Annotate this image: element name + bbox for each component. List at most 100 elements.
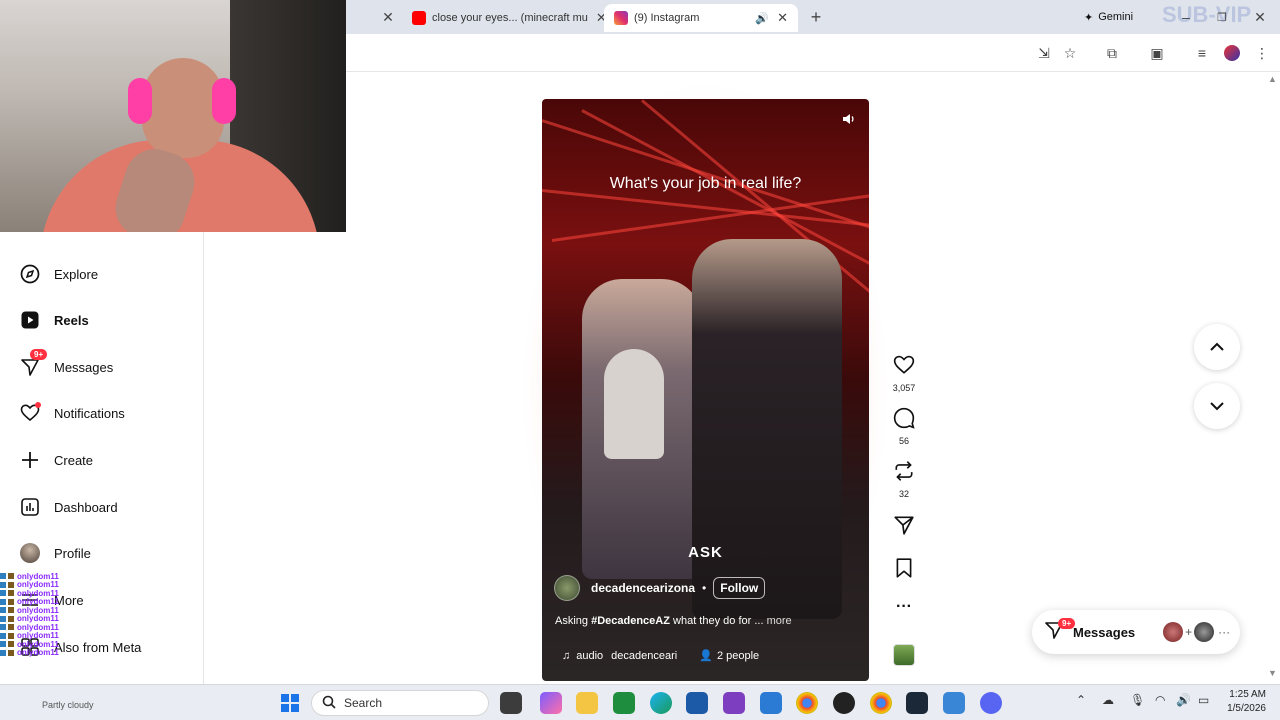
battery-icon[interactable]: ▭ (1198, 693, 1209, 707)
window-close-icon[interactable]: ✕ (1250, 7, 1270, 27)
chat-message: onlydom11 (0, 640, 100, 649)
audio-label[interactable]: audio (576, 650, 603, 662)
chat-username: onlydom11 (17, 648, 59, 658)
chrome-icon[interactable] (870, 692, 892, 714)
chrome-icon[interactable] (796, 692, 818, 714)
volume-icon[interactable] (839, 109, 859, 129)
ellipsis-icon: ··· (1218, 625, 1231, 639)
reel-person-right (692, 239, 842, 619)
discord-icon[interactable] (980, 692, 1002, 714)
heart-icon (20, 402, 41, 423)
media-control-icon[interactable]: ≡ (1192, 43, 1212, 63)
sidebar-item-label: Messages (54, 359, 114, 375)
reel-person-shirt (604, 349, 664, 459)
chat-message: onlydom11 (0, 580, 100, 589)
tab-youtube[interactable]: close your eyes... (minecraft mu ✕ (412, 4, 607, 32)
speaker-icon[interactable]: 🔊 (755, 12, 769, 25)
chevron-up-icon (1210, 342, 1224, 351)
kebab-menu-icon[interactable]: ⋮ (1252, 43, 1272, 63)
edge-icon[interactable] (650, 692, 672, 714)
audio-username[interactable]: decadenceari (611, 650, 677, 662)
follow-button[interactable]: Follow (713, 577, 766, 599)
extensions-icon[interactable]: ⧉ (1102, 43, 1122, 63)
sidebar-item-profile[interactable]: Profile (20, 539, 91, 567)
obs-icon[interactable] (833, 692, 855, 714)
profile-avatar[interactable] (1222, 43, 1242, 63)
app-icon[interactable] (723, 692, 745, 714)
next-reel-button[interactable] (1194, 383, 1240, 429)
sidebar-item-dashboard[interactable]: Dashboard (20, 493, 118, 521)
chat-message: onlydom11 (0, 572, 100, 581)
sidebar-item-label: Dashboard (54, 499, 118, 515)
file-explorer-icon[interactable] (576, 692, 598, 714)
weather-widget[interactable]: Partly cloudy (42, 700, 94, 710)
messages-pill[interactable]: 9+ Messages + ··· (1032, 610, 1240, 654)
bookmark-star-icon[interactable]: ☆ (1060, 43, 1080, 63)
previous-reel-button[interactable] (1194, 324, 1240, 370)
gemini-label: Gemini (1098, 11, 1134, 23)
system-clock[interactable]: 1:25 AM 1/5/2026 (1218, 688, 1266, 716)
like-count: 3,057 (892, 383, 916, 393)
sidebar-item-messages[interactable]: 9+ Messages (20, 349, 114, 381)
reel-author: decadencearizona • Follow (554, 575, 766, 601)
caption-more-link[interactable]: more (767, 615, 792, 627)
sidebar-item-label: Notifications (54, 405, 125, 421)
like-button[interactable]: 3,057 (888, 354, 920, 393)
sidebar-item-create[interactable]: Create (20, 446, 93, 474)
chat-message: onlydom11 (0, 597, 100, 606)
caption-hashtag[interactable]: #DecadenceAZ (591, 615, 670, 627)
author-avatar[interactable] (554, 575, 580, 601)
messages-badge: 9+ (30, 349, 48, 360)
network-icon[interactable]: ☁ (1102, 693, 1114, 707)
scroll-up-arrow[interactable]: ▲ (1268, 74, 1277, 84)
sidebar-item-reels[interactable]: Reels (20, 306, 89, 334)
avatar (1194, 622, 1215, 642)
notepad-icon[interactable] (760, 692, 782, 714)
scroll-down-arrow[interactable]: ▼ (1268, 668, 1277, 678)
install-app-icon[interactable]: ⇲ (1034, 43, 1054, 63)
store-icon[interactable] (686, 692, 708, 714)
headphone-left (128, 78, 152, 124)
xbox-icon[interactable] (613, 692, 635, 714)
sidepanel-icon[interactable]: ▣ (1147, 43, 1167, 63)
headphone-right (212, 78, 236, 124)
compass-icon (20, 264, 40, 284)
author-username[interactable]: decadencearizona (591, 581, 695, 595)
wifi-icon[interactable]: ◠ (1155, 693, 1165, 707)
repost-button[interactable]: 32 (888, 460, 920, 499)
close-icon[interactable]: ✕ (777, 10, 788, 26)
restore-icon[interactable]: ❐ (1212, 7, 1232, 27)
reel-video[interactable]: What's your job in real life? ASK decade… (542, 99, 869, 681)
new-tab-icon[interactable]: + (806, 7, 826, 27)
instagram-icon (614, 11, 628, 25)
minimize-icon[interactable]: – (1176, 7, 1196, 27)
audio-thumbnail[interactable] (893, 644, 915, 666)
chat-message: onlydom11 (0, 606, 100, 615)
steam-icon[interactable] (906, 692, 928, 714)
copilot-icon[interactable] (540, 692, 562, 714)
snipping-tool-icon[interactable] (943, 692, 965, 714)
microphone-icon[interactable]: 🎙 (1130, 693, 1145, 707)
gemini-icon: ✦ (1084, 11, 1094, 24)
people-icon: 👤 (699, 650, 713, 662)
close-tab-icon[interactable]: ✕ (378, 7, 398, 27)
chat-message: onlydom11 (0, 623, 100, 632)
sidebar-item-explore[interactable]: Explore (20, 260, 98, 288)
chevron-up-icon[interactable]: ⌃ (1076, 693, 1086, 707)
reel-caption: Asking #DecadenceAZ what they do for ...… (555, 615, 792, 627)
comment-button[interactable]: 56 (888, 407, 920, 446)
task-view-icon[interactable] (500, 692, 522, 714)
sidebar-item-notifications[interactable]: Notifications (20, 399, 125, 427)
gemini-button[interactable]: ✦ Gemini (1084, 6, 1133, 28)
plus-icon (20, 450, 40, 470)
comment-icon (893, 407, 915, 434)
share-button[interactable] (888, 514, 920, 541)
tab-instagram[interactable]: (9) Instagram 🔊 ✕ (604, 4, 798, 32)
more-options-button[interactable]: ··· (888, 598, 920, 616)
taskbar-search[interactable]: Search (311, 690, 489, 716)
windows-start-icon[interactable] (279, 692, 301, 714)
tagged-people[interactable]: 2 people (717, 650, 759, 662)
volume-icon[interactable]: 🔊 (1176, 693, 1191, 707)
save-button[interactable] (888, 557, 920, 584)
chat-message: onlydom11 (0, 614, 100, 623)
